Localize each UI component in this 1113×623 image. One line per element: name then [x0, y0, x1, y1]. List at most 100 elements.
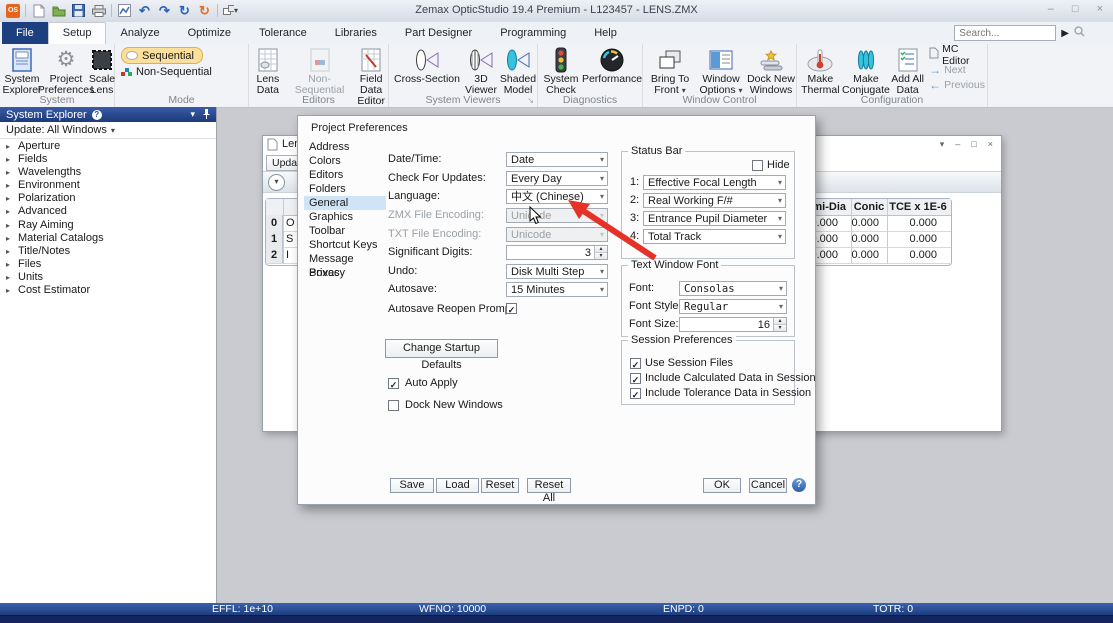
nav-general[interactable]: General: [304, 196, 386, 210]
nav-folders[interactable]: Folders: [304, 182, 386, 196]
status-3-select[interactable]: Entrance Pupil Diameter▾: [643, 211, 786, 226]
status-1-select[interactable]: Effective Focal Length▾: [643, 175, 786, 190]
lens-data-button[interactable]: Lens Data: [251, 44, 285, 96]
font-style-select[interactable]: Regular▾: [679, 299, 787, 314]
maximize-button[interactable]: □: [1072, 3, 1079, 15]
shaded-model-button[interactable]: Shaded Model: [499, 44, 537, 96]
search-input[interactable]: [954, 25, 1056, 41]
include-tolerance-checkbox[interactable]: ✓: [630, 388, 641, 399]
undo-select[interactable]: Disk Multi Step▾: [506, 264, 608, 279]
status-2-select[interactable]: Real Working F/#▾: [643, 193, 786, 208]
system-check-button[interactable]: System Check: [540, 44, 582, 96]
cancel-button[interactable]: Cancel: [749, 478, 787, 493]
make-thermal-button[interactable]: Make Thermal: [799, 44, 842, 96]
tree-item-aperture[interactable]: ▸Aperture: [0, 140, 216, 153]
tab-part-designer[interactable]: Part Designer: [391, 22, 486, 44]
nav-graphics[interactable]: Graphics: [304, 210, 386, 224]
viewer-3d-button[interactable]: 3D Viewer: [463, 44, 499, 96]
dock-new-windows-button[interactable]: Dock New Windows: [747, 44, 795, 96]
dock-new-windows-checkbox[interactable]: [388, 400, 399, 411]
panel-chevron-down-icon[interactable]: ▾: [190, 109, 195, 121]
non-sequential-editor-button[interactable]: Non-Sequential: [285, 44, 355, 96]
make-conjugate-button[interactable]: Make Conjugate: [842, 44, 891, 96]
gauge-icon: [599, 47, 625, 73]
non-sequential-mode-button[interactable]: Non-Sequential: [121, 66, 212, 78]
include-calculated-checkbox[interactable]: ✓: [630, 373, 641, 384]
tree-item-units[interactable]: ▸Units: [0, 271, 216, 284]
significant-digits-input[interactable]: 3 ▴▾: [506, 245, 608, 260]
nav-editors[interactable]: Editors: [304, 168, 386, 182]
mc-editor-button[interactable]: MC Editor: [929, 48, 987, 61]
system-explorer-button[interactable]: System Explorer: [2, 44, 42, 96]
minimize-button[interactable]: –: [1048, 3, 1054, 15]
ok-button[interactable]: OK: [703, 478, 741, 493]
status-4-select[interactable]: Total Track▾: [643, 229, 786, 244]
reset-all-button[interactable]: Reset All: [527, 478, 571, 493]
window-options-button[interactable]: Window Options ▾: [695, 44, 747, 96]
use-session-files-checkbox[interactable]: ✓: [630, 358, 641, 369]
scale-lens-button[interactable]: Scale Lens: [90, 44, 114, 96]
check-updates-label: Check For Updates:: [388, 171, 486, 185]
cross-section-button[interactable]: Cross-Section: [391, 44, 463, 85]
sequential-button[interactable]: Sequential: [121, 47, 203, 64]
tab-help[interactable]: Help: [580, 22, 631, 44]
language-select[interactable]: 中文 (Chinese)▾: [506, 189, 608, 204]
tab-analyze[interactable]: Analyze: [106, 22, 173, 44]
save-button[interactable]: Save: [390, 478, 434, 493]
editor-minimize-button[interactable]: –: [955, 139, 960, 150]
auto-apply-checkbox[interactable]: ✓: [388, 378, 399, 389]
pin-icon[interactable]: [203, 109, 210, 121]
tree-item-files[interactable]: ▸Files: [0, 258, 216, 271]
editor-chevron-down-icon[interactable]: ▾: [940, 139, 945, 150]
font-select[interactable]: Consolas▾: [679, 281, 787, 296]
tree-item-polarization[interactable]: ▸Polarization: [0, 192, 216, 205]
tree-item-material-catalogs[interactable]: ▸Material Catalogs: [0, 232, 216, 245]
spinner-buttons[interactable]: ▴▾: [594, 246, 607, 259]
tab-tolerance[interactable]: Tolerance: [245, 22, 321, 44]
nav-toolbar[interactable]: Toolbar: [304, 224, 386, 238]
tree-item-fields[interactable]: ▸Fields: [0, 153, 216, 166]
help-icon[interactable]: ?: [92, 110, 102, 120]
ribbon-group-editors: Lens Data Non-Sequential Field Data Edit…: [249, 44, 389, 107]
load-button[interactable]: Load: [436, 478, 479, 493]
tree-item-cost-estimator[interactable]: ▸Cost Estimator: [0, 284, 216, 297]
autosave-select[interactable]: 15 Minutes▾: [506, 282, 608, 297]
font-style-label: Font Style:: [629, 300, 682, 313]
tab-optimize[interactable]: Optimize: [174, 22, 245, 44]
previous-config-button[interactable]: ← Previous: [929, 78, 987, 91]
nav-colors[interactable]: Colors: [304, 154, 386, 168]
dialog-help-icon[interactable]: ?: [792, 478, 806, 492]
hide-checkbox[interactable]: [752, 160, 763, 171]
tab-setup[interactable]: Setup: [48, 22, 107, 44]
nav-message-boxes[interactable]: Message Boxes: [304, 252, 386, 266]
font-size-input[interactable]: 16 ▴▾: [679, 317, 787, 332]
date-time-select[interactable]: Date▾: [506, 152, 608, 167]
editor-expand-button[interactable]: ▾: [268, 174, 285, 191]
autosave-reopen-checkbox[interactable]: ✓: [506, 303, 517, 314]
editor-maximize-button[interactable]: □: [971, 139, 976, 150]
tree-item-wavelengths[interactable]: ▸Wavelengths: [0, 166, 216, 179]
change-startup-defaults-button[interactable]: Change Startup Defaults: [385, 339, 498, 358]
reset-button[interactable]: Reset: [481, 478, 519, 493]
editor-close-button[interactable]: ×: [988, 139, 993, 150]
next-config-button[interactable]: → Next: [929, 63, 987, 76]
performance-button[interactable]: Performance: [582, 44, 642, 85]
bring-to-front-button[interactable]: Bring To Front ▾: [645, 44, 695, 96]
tab-programming[interactable]: Programming: [486, 22, 580, 44]
nav-address[interactable]: Address: [304, 140, 386, 154]
explorer-update-selector[interactable]: Update: All Windows ▾: [0, 122, 216, 139]
spinner-buttons[interactable]: ▴▾: [773, 318, 786, 331]
tab-file[interactable]: File: [2, 22, 48, 44]
check-updates-select[interactable]: Every Day▾: [506, 171, 608, 186]
tree-item-advanced[interactable]: ▸Advanced: [0, 205, 216, 218]
close-button[interactable]: ×: [1097, 3, 1103, 15]
tree-item-title-notes[interactable]: ▸Title/Notes: [0, 245, 216, 258]
tree-item-environment[interactable]: ▸Environment: [0, 179, 216, 192]
nav-shortcut-keys[interactable]: Shortcut Keys: [304, 238, 386, 252]
search-go-icon[interactable]: ▶: [1061, 28, 1069, 39]
tree-item-ray-aiming[interactable]: ▸Ray Aiming: [0, 219, 216, 232]
tab-libraries[interactable]: Libraries: [321, 22, 391, 44]
nav-privacy[interactable]: Privacy: [304, 266, 386, 280]
project-preferences-button[interactable]: ⚙ Project Preferences: [42, 44, 90, 96]
add-all-data-button[interactable]: Add All Data: [890, 44, 925, 96]
